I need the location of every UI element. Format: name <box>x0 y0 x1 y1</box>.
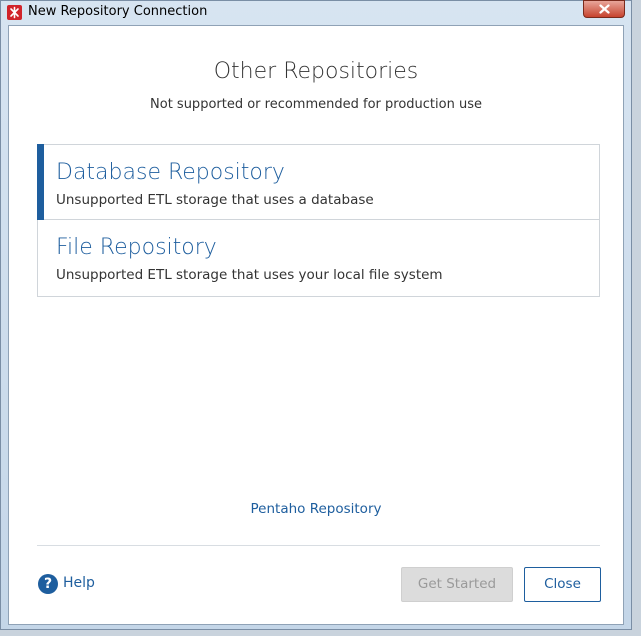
page-subtitle: Not supported or recommended for product… <box>150 97 482 112</box>
repository-description: Unsupported ETL storage that uses a data… <box>56 192 374 208</box>
database-repository-option[interactable]: Database Repository Unsupported ETL stor… <box>37 144 600 220</box>
window-close-button[interactable] <box>583 0 625 18</box>
repository-description: Unsupported ETL storage that uses your l… <box>56 267 443 283</box>
close-icon <box>599 4 610 14</box>
dialog-window: New Repository Connection Other Reposito… <box>0 0 632 630</box>
pentaho-app-icon <box>7 5 22 20</box>
file-repository-option[interactable]: File Repository Unsupported ETL storage … <box>37 220 600 297</box>
repository-name: File Repository <box>56 235 217 260</box>
help-icon: ? <box>38 574 58 594</box>
dialog-content: Other Repositories Not supported or reco… <box>8 25 624 625</box>
pentaho-repository-link[interactable]: Pentaho Repository <box>9 501 623 517</box>
help-label: Help <box>63 575 95 591</box>
footer-divider <box>37 545 600 546</box>
window-title: New Repository Connection <box>28 4 208 19</box>
close-button[interactable]: Close <box>524 567 601 602</box>
title-bar[interactable]: New Repository Connection <box>1 0 631 23</box>
get-started-button[interactable]: Get Started <box>401 567 513 602</box>
page-title: Other Repositories <box>213 59 419 84</box>
repository-name: Database Repository <box>56 160 285 185</box>
